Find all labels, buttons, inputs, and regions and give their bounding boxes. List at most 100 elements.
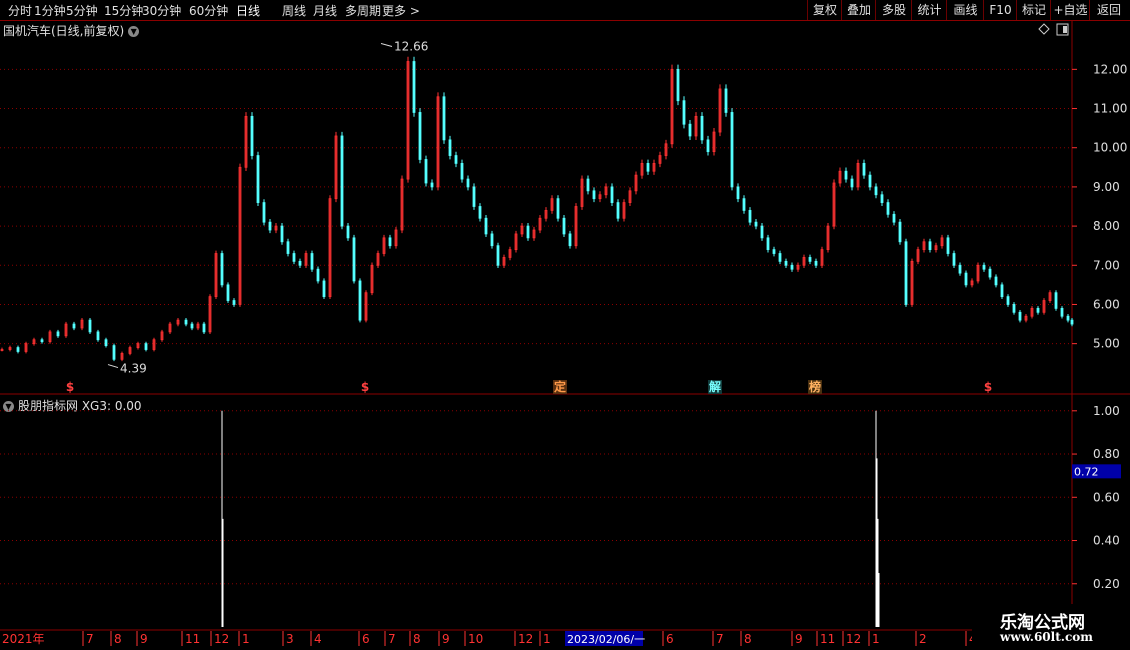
date-tick-label: 7 [86,632,94,646]
current-value-badge [1072,464,1121,479]
candle-body [370,264,374,294]
toolbar-button-3[interactable]: 统计 [911,0,947,20]
candle-body [214,253,218,298]
chevron-down-icon[interactable]: ▼ [128,26,140,37]
diamond-icon[interactable] [1038,23,1050,35]
candle-body [1066,315,1070,321]
candle-body [472,186,476,207]
candle-body [454,155,458,164]
candle-body [1024,315,1028,321]
candle-body [466,178,470,188]
candle-body [514,233,518,251]
low-marker-line [107,364,119,369]
candle-body [508,249,512,258]
timeframe-tab-9[interactable]: 多周期 [345,2,381,19]
candle-body [760,225,764,239]
candle-body [244,115,248,168]
toolbar-button-5[interactable]: F10 [983,0,1017,20]
candle-body [304,253,308,266]
toolbar-button-8[interactable]: 返回 [1089,0,1128,20]
toolbar-button-1[interactable]: 叠加 [841,0,876,20]
candle-body [490,233,494,247]
candle-body [442,96,446,141]
event-markers: $ $ 定 解 榜 $ [66,379,992,394]
candle-body [952,253,956,266]
candle-body [658,155,662,164]
indicator-tick-label: 0.20 [1093,577,1120,591]
candle-body [718,88,722,133]
candle-body [790,264,794,270]
candle-body [1030,307,1034,317]
candle-body [144,343,148,350]
date-tick-label: 12 [846,632,861,646]
candle-body [8,347,12,350]
event-marker-5[interactable]: $ [984,380,992,394]
candle-body [406,61,410,180]
toolbar-button-6[interactable]: 标记 [1016,0,1051,20]
candle-body [40,339,44,343]
candle-body [748,210,752,223]
candle-body [1060,307,1064,317]
candle-body [96,331,100,341]
candle-body [736,186,740,200]
chart-area[interactable]: 12.664.39 5.006.007.008.009.0010.0011.00… [0,0,1130,650]
event-marker-0[interactable]: $ [66,380,74,394]
toolbar-button-0[interactable]: 复权 [807,0,842,20]
candle-body [286,241,290,254]
timeframe-tab-4[interactable]: 30分钟 [142,2,181,19]
candle-body [1012,304,1016,313]
candle-body [676,68,680,102]
event-marker-2[interactable]: 定 [554,379,566,394]
candle-body [88,319,92,333]
date-tick-label: 9 [140,632,148,646]
candle-body [262,202,266,223]
timeframe-tab-1[interactable]: 1分钟 [34,2,66,19]
candle-body [772,249,776,254]
candle-body [922,241,926,251]
timeframe-tab-5[interactable]: 60分钟 [189,2,228,19]
candle-body [382,237,386,254]
toolbar-button-4[interactable]: 画线 [946,0,984,20]
event-marker-4[interactable]: 榜 [809,379,821,394]
timeframe-tab-0[interactable]: 分时 [8,2,32,19]
candle-body [520,225,524,235]
candle-body [610,186,614,203]
candle-body [280,225,284,243]
timeframe-tab-10[interactable]: 更多 > [382,2,420,19]
candle-body [820,249,824,266]
toolbar-button-7[interactable]: +自选 [1050,0,1090,20]
candle-body [568,233,572,247]
watermark-logo: 乐淘公式网 www.60lt.com [972,604,1130,650]
candle-body [586,178,590,192]
current-value-label: 0.72 [1074,465,1099,478]
timeframe-tab-6[interactable]: 日线 [236,2,260,19]
candle-body [562,217,566,235]
toolbar-button-2[interactable]: 多股 [875,0,912,20]
candle-body [940,237,944,247]
timeframe-tab-3[interactable]: 15分钟 [104,2,143,19]
timeframe-tab-2[interactable]: 5分钟 [66,2,98,19]
date-tick-label: 8 [114,632,122,646]
candle-body [526,225,530,239]
chevron-down-icon[interactable]: ▼ [3,401,14,412]
candle-body [184,319,188,325]
candle-body [988,268,992,278]
price-tick-label: 8.00 [1093,219,1120,233]
event-marker-1[interactable]: $ [361,380,369,394]
candle-body [400,178,404,231]
timeframe-tab-8[interactable]: 月线 [313,2,337,19]
candle-body [706,139,710,153]
grid-lines [0,20,1130,631]
candle-body [1018,311,1022,321]
candle-body [730,112,734,188]
candle-body [292,253,296,262]
candle-body [976,264,980,282]
candle-body [592,190,596,200]
event-marker-3[interactable]: 解 [709,379,721,394]
candle-body [412,61,416,113]
candle-body [176,319,180,325]
window-toggle-icon[interactable] [1056,23,1069,36]
candle-body [232,300,236,305]
timeframe-tab-7[interactable]: 周线 [282,2,306,19]
candle-body [670,68,674,145]
